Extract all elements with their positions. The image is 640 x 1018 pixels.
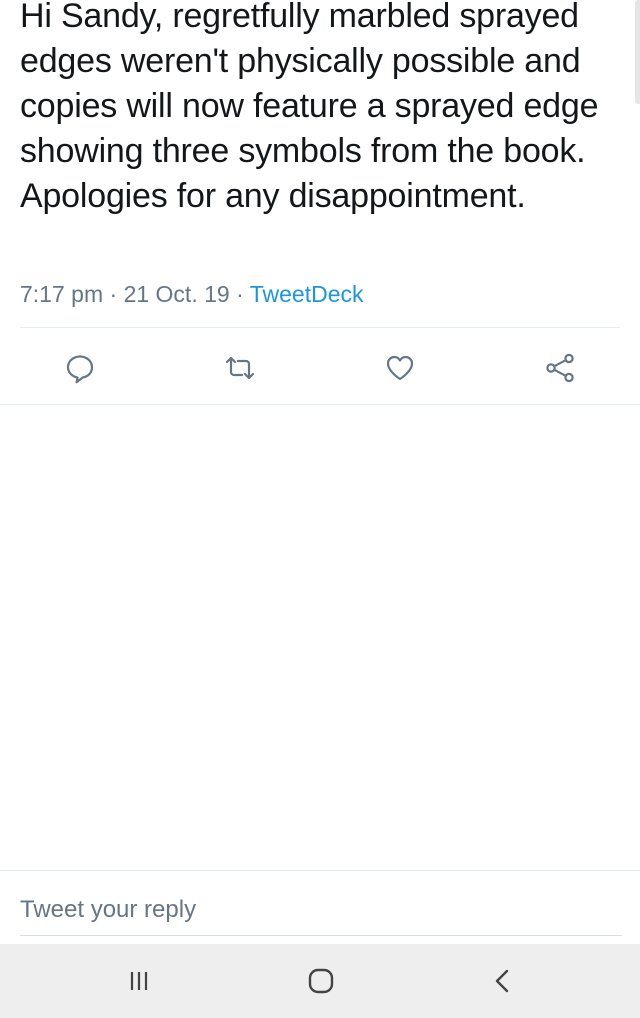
divider [0,404,640,405]
retweet-button[interactable] [222,350,258,386]
scroll-indicator[interactable] [635,0,640,104]
share-icon [546,353,574,383]
meta-separator: · [109,281,118,307]
retweet-icon [225,356,255,380]
like-button[interactable] [382,350,418,386]
home-icon [308,968,334,994]
tweet-time: 7:17 pm [20,281,104,307]
back-icon [495,969,509,993]
tweet-meta: 7:17 pm · 21 Oct. 19 · TweetDeck [20,279,364,309]
heart-icon [386,355,414,381]
divider [0,870,640,871]
tweet-actions-bar [0,330,640,404]
recent-apps-icon [130,972,148,990]
recent-apps-button[interactable] [116,958,162,1004]
divider [20,327,620,328]
home-button[interactable] [298,958,344,1004]
system-navigation-bar [0,944,640,1018]
tweet-date: 21 Oct. 19 [123,281,230,307]
reply-input[interactable]: Tweet your reply [20,886,620,934]
reply-icon [66,355,94,384]
tweet-source-link[interactable]: TweetDeck [250,281,364,307]
tweet-detail-screen: Hi Sandy, regretfully marbled sprayed ed… [0,0,640,1018]
reply-button[interactable] [62,350,98,386]
share-button[interactable] [542,350,578,386]
back-button[interactable] [480,958,526,1004]
meta-separator: · [236,281,244,307]
tweet-text: Hi Sandy, regretfully marbled sprayed ed… [20,0,599,215]
reply-placeholder: Tweet your reply [20,896,197,923]
divider [20,935,622,936]
